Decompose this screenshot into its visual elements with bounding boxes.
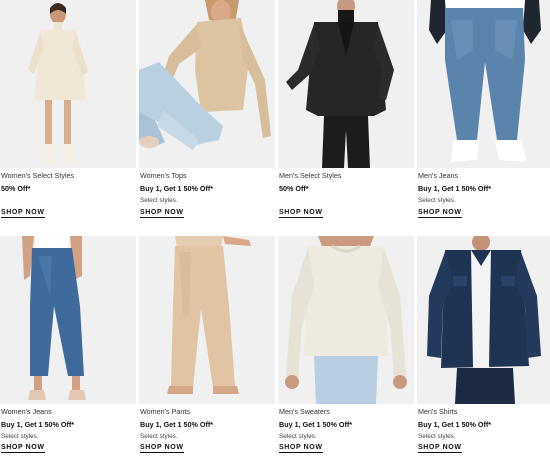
product-info: Men's Jeans Buy 1, Get 1 50% Off* Select… [418,171,550,205]
product-card-womens-tops[interactable]: Women's Tops Buy 1, Get 1 50% Off* Selec… [139,0,275,236]
product-offer: 50% Off* [279,184,309,193]
product-title[interactable]: Women's Select Styles [1,171,135,180]
men-sweater-image [278,236,414,404]
shop-now-link[interactable]: SHOP NOW [279,444,323,453]
product-title[interactable]: Men's Select Styles [279,171,413,180]
product-title[interactable]: Men's Sweaters [279,407,413,416]
product-title[interactable]: Men's Jeans [418,171,550,180]
product-card-womens-jeans[interactable]: Women's Jeans Buy 1, Get 1 50% Off* Sele… [0,236,136,457]
product-card-mens-jeans[interactable]: Men's Jeans Buy 1, Get 1 50% Off* Select… [417,0,550,236]
product-info: Women's Pants Buy 1, Get 1 50% Off* Sele… [140,407,274,441]
product-info: Women's Select Styles 50% Off* [1,171,135,193]
men-shirt-image [417,236,550,404]
product-note: Select styles. [140,197,178,204]
shop-now-link[interactable]: SHOP NOW [140,209,184,218]
product-image[interactable] [0,0,136,168]
product-card-womens-pants[interactable]: Women's Pants Buy 1, Get 1 50% Off* Sele… [139,236,275,457]
shop-now-link[interactable]: SHOP NOW [1,209,45,218]
product-image[interactable] [278,236,414,404]
product-offer: 50% Off* [1,184,31,193]
product-image[interactable] [0,236,136,404]
product-image[interactable] [139,0,275,168]
women-pants-image [139,236,275,404]
product-card-mens-sweaters[interactable]: Men's Sweaters Buy 1, Get 1 50% Off* Sel… [278,236,414,457]
shop-now-link[interactable]: SHOP NOW [140,444,184,453]
shop-now-link[interactable]: SHOP NOW [418,444,462,453]
shop-now-link[interactable]: SHOP NOW [279,209,323,218]
product-grid: Women's Select Styles 50% Off* SHOP NOW … [0,0,550,457]
shop-now-link[interactable]: SHOP NOW [418,209,462,218]
product-note: Select styles. [418,197,456,204]
product-info: Men's Sweaters Buy 1, Get 1 50% Off* Sel… [279,407,413,441]
product-offer: Buy 1, Get 1 50% Off* [1,420,75,429]
product-info: Men's Shirts Buy 1, Get 1 50% Off* Selec… [418,407,550,441]
product-offer: Buy 1, Get 1 50% Off* [418,420,492,429]
product-card-womens-select-styles[interactable]: Women's Select Styles 50% Off* SHOP NOW [0,0,136,236]
product-title[interactable]: Women's Pants [140,407,274,416]
product-info: Women's Jeans Buy 1, Get 1 50% Off* Sele… [1,407,135,441]
product-offer: Buy 1, Get 1 50% Off* [279,420,353,429]
product-title[interactable]: Women's Jeans [1,407,135,416]
product-title[interactable]: Women's Tops [140,171,274,180]
men-jeans-image [417,0,550,168]
product-note: Select styles. [279,433,317,440]
product-note: Select styles. [1,433,39,440]
product-note: Select styles. [418,433,456,440]
men-suit-image [278,0,414,168]
product-info: Women's Tops Buy 1, Get 1 50% Off* Selec… [140,171,274,205]
product-image[interactable] [139,236,275,404]
product-card-mens-shirts[interactable]: Men's Shirts Buy 1, Get 1 50% Off* Selec… [417,236,550,457]
product-info: Men's Select Styles 50% Off* [279,171,413,193]
women-jeans-image [0,236,136,404]
product-image[interactable] [417,0,550,168]
product-offer: Buy 1, Get 1 50% Off* [140,420,214,429]
product-note: Select styles. [140,433,178,440]
product-image[interactable] [417,236,550,404]
women-sweater-dress-image [0,0,136,168]
product-card-mens-select-styles[interactable]: Men's Select Styles 50% Off* SHOP NOW [278,0,414,236]
women-knit-top-image [139,0,275,168]
product-offer: Buy 1, Get 1 50% Off* [418,184,492,193]
product-image[interactable] [278,0,414,168]
shop-now-link[interactable]: SHOP NOW [1,444,45,453]
product-offer: Buy 1, Get 1 50% Off* [140,184,214,193]
product-title[interactable]: Men's Shirts [418,407,550,416]
